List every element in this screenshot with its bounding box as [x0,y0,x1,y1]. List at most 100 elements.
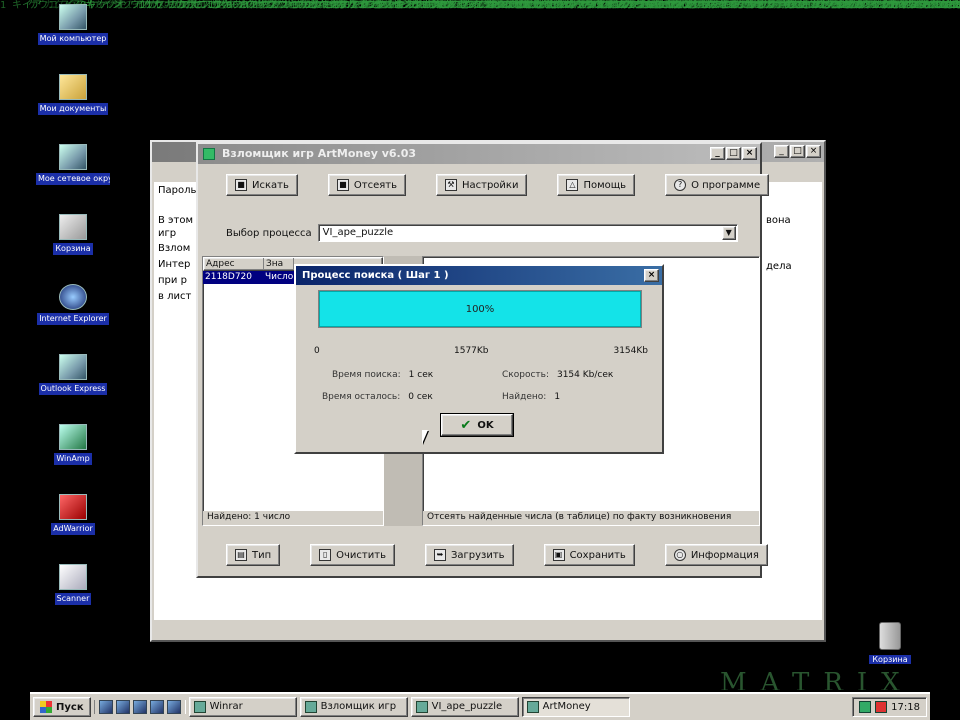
clear-button[interactable]: ▯ Очистить [310,544,395,566]
window-title: Взломщик игр ArtMoney v6.03 [222,147,417,160]
desktop-icon-internet-explorer[interactable]: Internet Explorer [36,284,110,328]
ok-button[interactable]: ✔ OK [440,413,514,437]
settings-button[interactable]: ⚒ Настройки [435,174,528,196]
minimize-button[interactable]: _ [710,147,725,160]
progress-text: 100% [465,304,495,315]
matrix-rain-column: ク イ ク1ウ 1ス0 サ キ1ウス ウアケケ イウイイカク0キクセサクイクセエ… [870,0,957,11]
trash-can-icon [879,622,901,650]
top-toolbar: ■ Искать ■ Отсеять ⚒ Настройки △ Помощь … [226,174,770,196]
folder-icon[interactable] [166,700,181,714]
matrix-rain-column: オセスケカク0 ウ1 サエサシセ1サ クセオ 0シシ ア1 ウアイ ウシソ セカ… [176,0,712,11]
matrix-rain-column: セオ スサウウケコ セソケク1ソスウ セ ス キセイク クエアクイオク 1 ソエ… [732,0,960,11]
folder-icon [59,74,87,100]
matrix-rain-column: セ コ クイサオシ エウケア 1クシウ エカセカ 0エキシエイ シ1クククオス … [792,0,960,11]
column-header-value[interactable]: Зна [264,258,294,270]
process-select[interactable]: VI_ape_puzzle ▼ [317,224,738,242]
type-button[interactable]: ▤ Тип [226,544,281,566]
matrix-rain-column: クククイア サセカ サコセ オイシケイ ケオ イ キ コ セ オ0ク ス クコキ… [672,0,960,11]
info-button[interactable]: ○ Информация [664,544,768,566]
network-icon [59,144,87,170]
desktop-icon-scanner[interactable]: Scanner [36,564,110,608]
maximize-button[interactable]: □ [726,147,741,160]
clock[interactable]: 17:18 [891,702,920,713]
desktop-icon-winamp[interactable]: WinAmp [36,424,110,468]
search-button[interactable]: ■ Искать [226,174,298,196]
desktop-trash[interactable]: Корзина [868,622,912,665]
media-icon[interactable] [149,700,164,714]
mail-icon[interactable] [132,700,147,714]
desktop-icon[interactable] [98,700,113,714]
matrix-rain-column: イア スア0キ イシ 11カ カエサウ11 0カクキアコセカセキシクケカ クオシ… [22,0,555,11]
tools-icon: ⚒ [444,179,457,191]
bottom-toolbar: ▤ Тип ▯ Очистить ➥ Загрузить ▣ Сохранить… [226,544,768,566]
scale-start: 0 [314,346,320,356]
artmoney-titlebar[interactable]: Взломщик игр ArtMoney v6.03 _ □ × [198,144,760,164]
taskbar-item-game-hacker[interactable]: Взломщик игр [299,697,408,717]
matrix-rain-column: キカカエイエ コサ ア 1 キ1コ10 コ エカイエウカウ ア エスサアスイスク… [512,0,960,11]
matrix-rain-column: ケケ イウ アソ1 1 キイケコソ イカエクシキ ア コキ セ0オイセ1シケサ0… [198,0,711,11]
taskbar: Пуск Winrar Взломщик игр VI_ape_puzzle A… [30,692,930,720]
matrix-rain-column: キ イ ウキ スシ ク コシスシエソ キキオスウオシ1ク コアエ カソ シスキキ… [374,0,902,11]
taskbar-item-puzzle[interactable]: VI_ape_puzzle [410,697,519,717]
taskbar-item-artmoney[interactable]: ArtMoney [521,697,630,717]
matrix-rain-column: ソケコセクサイウ シ 1ス0エケ クセ アカ0 キイ エケ1サ ソ イ セソセ0… [220,0,717,11]
maximize-button[interactable]: □ [790,145,805,158]
matrix-wallpaper-logo: MATRIX [720,668,914,690]
start-button[interactable]: Пуск [33,697,91,717]
desktop-icon-my-documents[interactable]: Мои документы [36,74,110,118]
matrix-rain-column: ウキセ コ コセキ イイキソ ク コイセ ス0アコ キス1 スオカ スアエ スシ… [154,0,675,11]
taskbar-item-winrar[interactable]: Winrar [188,697,297,717]
scanner-icon [59,564,87,590]
desktop-icon-my-computer[interactable]: Мой компьютер [36,4,110,48]
matrix-rain-column: 1キク コオ ア ソ オコエ キス キ110 シソイイ シ10ケ1イウソ0ソ1 … [622,0,960,11]
save-button[interactable]: ▣ Сохранить [543,544,635,566]
info-search-icon: ○ [673,549,686,561]
progress-scale: 0 1577Kb 3154Kb [314,346,648,358]
close-button[interactable]: × [806,145,821,158]
recycle-bin-icon [59,214,87,240]
help-button[interactable]: △ Помощь [557,174,636,196]
matrix-rain-column: 0キエク イケキカ ク0 エア ソ オエケサ 1キ ウコ カウ セオウ1カコウソ… [836,0,960,11]
chevron-down-icon[interactable]: ▼ [721,226,736,240]
search-square-icon: ■ [235,179,247,191]
load-button[interactable]: ➥ Загрузить [424,544,514,566]
matrix-rain-column: イササエキ1サウ ココソコエ 0 シシ エオ0エキエ キウセサイイ コケ アカオ… [242,0,795,11]
game-icon [415,701,428,713]
matrix-rain-column: 0ソ カ0カソシセカセ ス1オカアセシ1アイ オ1セ コソシ キウエ イソカケ1… [308,0,848,11]
close-button[interactable]: × [644,269,659,282]
app-icon [304,701,317,713]
matrix-rain-column: カアス サ クイ11 コ 0セオシセ コキ サイオ0セ1ス オカサシ キ ソイス… [770,0,955,11]
column-header-address[interactable]: Адрес [204,258,264,270]
matrix-rain-column: キエカ0キ セアカキイソスアイウエ キ クイクエ クエオサコセサ ケ サエイウウ… [704,0,960,11]
tray-antivirus-icon[interactable] [875,701,888,713]
process-row: Выбор процесса VI_ape_puzzle ▼ [226,224,738,242]
desktop-icon-network[interactable]: Мое сетевое окружение [36,144,110,188]
matrix-rain-column: ア 0 ケ エアイシオシスソアシイ 10ケクオオ スソオ1 オア ク0 ソイクセ… [572,0,960,11]
matrix-rain-column: コ セキケ キ クススアエコサウ1ケセ サ コスサセ ソサス1 ソスコキクキシ1… [528,0,960,11]
search-progress-dialog[interactable]: Процесс поиска ( Шаг 1 ) × 100% 0 1577Kb… [294,264,664,454]
desktop-icon-adwarrior[interactable]: AdWarrior [36,494,110,538]
right-status: Отсеять найденные числа (в таблице) по ф… [423,511,759,525]
dialog-titlebar[interactable]: Процесс поиска ( Шаг 1 ) × [296,266,662,285]
star-icon [59,494,87,520]
matrix-rain-column: 1 キ ケウコ イアキ ソ ソ クウ カ エ エ1ウキ オコ 1 コソカカカウ … [0,0,524,11]
artmoney-icon [526,701,539,713]
desktop-icon-outlook[interactable]: Outlook Express [36,354,110,398]
matrix-rain-column: イオ 10ス コソオウサセシソセコソシイ0セサクケク 0 1ウ アオ イオコオ … [924,0,960,11]
minimize-button[interactable]: _ [774,145,789,158]
tray-language-icon[interactable] [859,701,872,713]
windows-logo-icon [40,701,52,713]
matrix-rain-column: ケサス イ アイオウク キエオ サ0 サ エ1 ウセアス 1 スサクケシクキ0 … [594,0,960,11]
desktop-icon-recycle[interactable]: Корзина [36,214,110,258]
matrix-rain-column: ソ キケ ソ1シサウイアケセクエ ウスイコカク1キオシ セ アウ1 セカソ サ … [418,0,960,11]
matrix-rain-column: 1ケセ カサコ ウケコイ0クスウ ケシコ キカイウク セシケカ オソセ ソ 0ウ… [132,0,665,11]
close-button[interactable]: × [742,147,757,160]
matrix-rain-column: サキサケアカソ ソケ エ1ウク セサスウ1 エ シコスイケシクソウイ ケイ0ケイ… [688,0,960,11]
browser-icon[interactable] [115,700,130,714]
progress-fill: 100% [319,291,641,327]
computer-icon [59,4,87,30]
filter-button[interactable]: ■ Отсеять [327,174,406,196]
matrix-rain-column: コイ サソクアウウク0キ サイサキ ア サシ キアセカキウセ オエクケセスウ キ… [550,0,960,11]
about-button[interactable]: ? О программе [665,174,770,196]
matrix-rain-column: シソソア ソウアケ エセウ イイク クカ サキ イ カ クコ ク ケ ク ケセ … [814,0,960,11]
